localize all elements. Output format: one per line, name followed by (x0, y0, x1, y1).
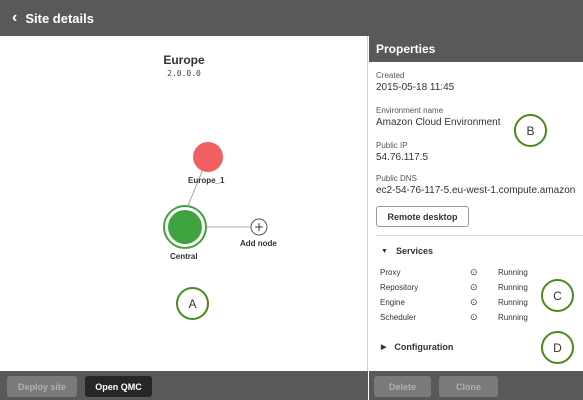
public-dns-field: Public DNS ec2-54-76-117-5.eu-west-1.com… (376, 174, 575, 196)
back-button[interactable]: ‹ Site details (0, 10, 94, 26)
service-name: Proxy (380, 268, 401, 277)
service-status: Running (498, 283, 528, 292)
node-central[interactable] (168, 210, 202, 244)
callout-d: D (541, 331, 574, 364)
properties-panel: Properties Created 2015-05-18 11:45 Envi… (369, 36, 583, 371)
service-row: Scheduler ⊙ Running (380, 310, 530, 325)
service-row: Engine ⊙ Running (380, 295, 530, 310)
environment-label: Environment name (376, 106, 444, 115)
created-value: 2015-05-18 11:45 (376, 82, 455, 93)
service-status: Running (498, 298, 528, 307)
services-title: Services (395, 246, 433, 256)
service-status: Running (498, 268, 528, 277)
public-ip-label: Public IP (376, 141, 408, 150)
play-circle-icon[interactable]: ⊙ (470, 312, 498, 323)
caret-down-icon: ▼ (381, 247, 388, 255)
created-label: Created (376, 71, 405, 80)
footer-right: Delete Clone (369, 371, 583, 400)
public-dns-label: Public DNS (376, 174, 417, 183)
public-ip-value: 54.76.117.5 (376, 152, 429, 163)
public-ip-field: Public IP 54.76.117.5 (376, 141, 428, 163)
play-circle-icon[interactable]: ⊙ (470, 282, 498, 293)
environment-field: Environment name Amazon Cloud Environmen… (376, 106, 501, 128)
node-label-europe1: Europe_1 (188, 176, 225, 185)
divider (376, 235, 583, 236)
top-bar: ‹ Site details (0, 0, 583, 36)
configuration-title: Configuration (394, 342, 454, 352)
service-status: Running (498, 313, 528, 322)
play-circle-icon[interactable]: ⊙ (470, 297, 498, 308)
properties-title: Properties (369, 36, 583, 62)
service-name: Engine (380, 298, 405, 307)
delete-button[interactable]: Delete (374, 376, 431, 397)
created-field: Created 2015-05-18 11:45 (376, 71, 454, 93)
services-toggle[interactable]: ▼ Services (381, 246, 433, 256)
configuration-toggle[interactable]: ▶ Configuration (381, 342, 453, 352)
back-label: Site details (25, 10, 94, 26)
service-row: Repository ⊙ Running (380, 280, 530, 295)
service-row: Proxy ⊙ Running (380, 265, 530, 280)
chevron-left-icon: ‹ (12, 9, 18, 26)
callout-a: A (176, 287, 209, 320)
environment-value: Amazon Cloud Environment (376, 117, 501, 128)
site-canvas: Europe 2.0.0.0 + Europe_1 Central Add no… (0, 36, 368, 371)
add-node-label[interactable]: Add node (240, 239, 277, 248)
public-dns-value: ec2-54-76-117-5.eu-west-1.compute.amazon (376, 185, 576, 196)
footer-left: Deploy site Open QMC (0, 371, 368, 400)
caret-right-icon: ▶ (381, 344, 387, 351)
clone-button[interactable]: Clone (439, 376, 498, 397)
callout-b: B (514, 114, 547, 147)
open-qmc-button[interactable]: Open QMC (85, 376, 152, 397)
node-graph: + (163, 142, 268, 249)
plus-icon: + (254, 220, 264, 234)
service-name: Repository (380, 283, 419, 292)
node-europe1[interactable] (193, 142, 223, 172)
node-label-central: Central (170, 252, 198, 261)
play-circle-icon[interactable]: ⊙ (470, 267, 498, 278)
service-name: Scheduler (380, 313, 417, 322)
remote-desktop-button[interactable]: Remote desktop (376, 206, 469, 227)
deploy-site-button[interactable]: Deploy site (7, 376, 77, 397)
callout-c: C (541, 279, 574, 312)
